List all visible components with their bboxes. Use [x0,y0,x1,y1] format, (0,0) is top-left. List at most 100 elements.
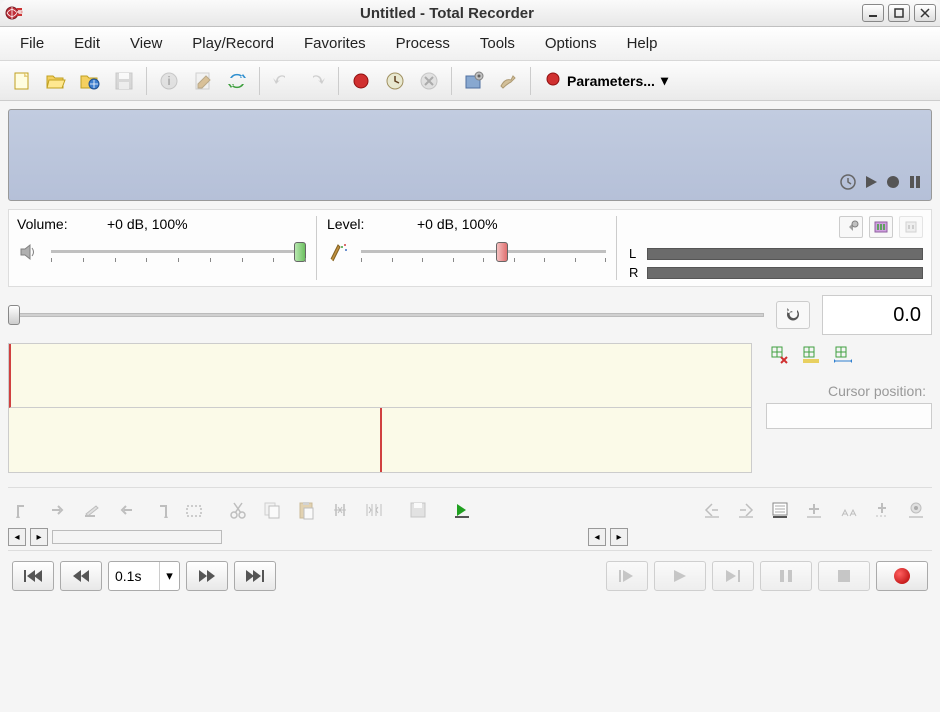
crop-button[interactable] [358,496,390,524]
go-start-button[interactable] [12,561,54,591]
marker-insert-button[interactable] [866,496,898,524]
menu-favorites[interactable]: Favorites [290,29,380,58]
record-icon[interactable] [885,174,901,195]
pause-button[interactable] [760,561,812,591]
autogain-icon[interactable] [327,240,351,264]
app-icon [4,3,24,23]
waveform-left-channel[interactable] [9,344,751,408]
waveform-side-panel: Cursor position: [752,343,932,473]
sel-all-button[interactable] [178,496,210,524]
parameters-button[interactable]: Parameters... ▾ [537,67,676,94]
level-slider[interactable] [361,240,606,264]
scroll-right-button-2[interactable]: ▸ [610,528,628,546]
cut-button[interactable] [222,496,254,524]
sel-from-cursor-button[interactable] [110,496,142,524]
scroll-left-button-2[interactable]: ◂ [588,528,606,546]
menu-play-record[interactable]: Play/Record [178,29,288,58]
undo-button[interactable] [266,65,298,97]
play-from-start-button[interactable] [606,561,648,591]
transport-bar: ▾ [8,550,932,601]
go-end-button[interactable] [234,561,276,591]
info-button[interactable]: i [153,65,185,97]
open-url-button[interactable] [74,65,106,97]
main-toolbar: i Parameters... ▾ [0,61,940,101]
refresh-button[interactable] [221,65,253,97]
volume-level-panel: Volume: +0 dB, 100% Level: +0 dB, 100% [8,209,932,287]
zoom-full-button[interactable] [830,343,856,367]
menu-edit[interactable]: Edit [60,29,114,58]
play-button[interactable] [654,561,706,591]
save-button[interactable] [108,65,140,97]
sel-start-button[interactable] [8,496,40,524]
meters-group: L R [617,216,923,280]
marker-delete-button[interactable] [766,343,792,367]
meter-settings-button[interactable] [839,216,863,238]
menu-view[interactable]: View [116,29,176,58]
pause-icon[interactable] [907,174,923,195]
menu-file[interactable]: File [6,29,58,58]
volume-value: +0 dB, 100% [107,216,188,232]
seek-thumb[interactable] [8,305,20,325]
marker-prev-button[interactable] [696,496,728,524]
window-controls [862,4,936,22]
scroll-right-button[interactable]: ▸ [30,528,48,546]
copy-button[interactable] [256,496,288,524]
marker-list-button[interactable] [764,496,796,524]
paste-button[interactable] [290,496,322,524]
scroll-left-button[interactable]: ◂ [8,528,26,546]
edit-tags-button[interactable] [187,65,219,97]
save-selection-button[interactable] [402,496,434,524]
record-button[interactable] [876,561,928,591]
waveform-tracks[interactable] [8,343,752,473]
level-label: Level: [327,216,397,232]
replay-button[interactable] [776,301,810,329]
step-size-field[interactable] [109,568,159,584]
sel-clear-button[interactable] [76,496,108,524]
new-file-button[interactable] [6,65,38,97]
marker-add-button[interactable] [798,496,830,524]
addons-button[interactable] [458,65,490,97]
open-file-button[interactable] [40,65,72,97]
seek-slider[interactable] [8,309,764,321]
clock-icon [839,173,857,196]
marker-next-button[interactable] [730,496,762,524]
marker-at-cursor-button[interactable] [900,496,932,524]
dropdown-arrow-icon: ▾ [661,72,668,89]
rewind-button[interactable] [60,561,102,591]
meter-hold-button[interactable] [899,216,923,238]
level-group: Level: +0 dB, 100% [317,216,617,280]
stop-scheduled-button[interactable] [413,65,445,97]
scroll-bar-1[interactable] [52,530,222,544]
volume-slider[interactable] [51,240,306,264]
delete-button[interactable] [324,496,356,524]
stop-button[interactable] [818,561,870,591]
play-icon[interactable] [863,174,879,195]
sel-end-button[interactable] [144,496,176,524]
menu-tools[interactable]: Tools [466,29,529,58]
meter-mode-button[interactable] [869,216,893,238]
redo-button[interactable] [300,65,332,97]
parameters-label: Parameters... [567,73,655,89]
waveform-area: Cursor position: [8,343,932,473]
find-button[interactable] [832,496,864,524]
step-size-input[interactable]: ▾ [108,561,180,591]
step-dropdown-button[interactable]: ▾ [159,562,179,590]
speaker-icon[interactable] [17,240,41,264]
menu-options[interactable]: Options [531,29,611,58]
close-button[interactable] [914,4,936,22]
forward-button[interactable] [186,561,228,591]
sel-to-cursor-button[interactable] [42,496,74,524]
record-start-button[interactable] [345,65,377,97]
waveform-right-channel[interactable] [9,408,751,472]
settings-button[interactable] [492,65,524,97]
maximize-button[interactable] [888,4,910,22]
minimize-button[interactable] [862,4,884,22]
menu-help[interactable]: Help [613,29,672,58]
play-to-end-button[interactable] [712,561,754,591]
title-bar: Untitled - Total Recorder [0,0,940,27]
play-selection-button[interactable] [446,496,478,524]
menu-process[interactable]: Process [382,29,464,58]
zoom-selection-button[interactable] [798,343,824,367]
viz-transport-icons [839,173,923,196]
schedule-button[interactable] [379,65,411,97]
